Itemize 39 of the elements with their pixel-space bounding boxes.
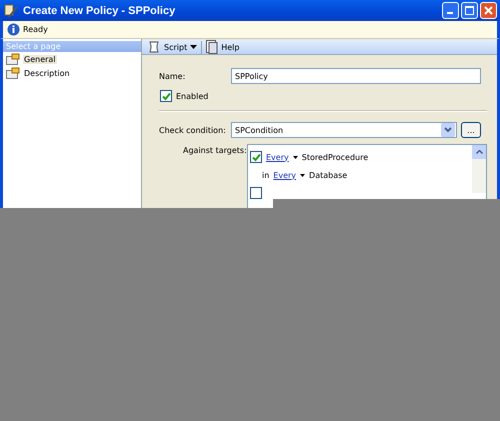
condition-label: Check condition:: [159, 126, 227, 134]
caret-icon: [292, 156, 298, 158]
enabled-label: Enabled: [176, 92, 208, 100]
help-button[interactable]: Help: [204, 40, 242, 54]
page-item[interactable]: Description: [3, 66, 141, 80]
info-icon: [7, 23, 20, 36]
tools-icon: [3, 2, 19, 18]
quantifier-link[interactable]: Every: [273, 170, 296, 180]
page-label[interactable]: General: [23, 54, 57, 64]
script-button[interactable]: Script: [145, 40, 200, 54]
page-icon: [6, 53, 20, 65]
name-label: Name:: [159, 72, 186, 80]
condition-dropdown[interactable]: SPCondition: [231, 122, 457, 138]
target-type: Database: [309, 170, 348, 180]
scroll-icon: [147, 40, 161, 54]
browse-button[interactable]: ...: [461, 122, 481, 138]
maximize-button[interactable]: [461, 2, 478, 19]
page-label[interactable]: Description: [23, 68, 71, 78]
target-checkbox[interactable]: [250, 187, 262, 199]
window-title: Create New Policy - SPPolicy: [23, 4, 176, 16]
scope-prefix: in: [262, 170, 270, 180]
page-icon: [6, 67, 20, 79]
enabled-checkbox[interactable]: [160, 90, 172, 102]
close-icon: [484, 6, 493, 15]
target-checkbox[interactable]: [250, 151, 262, 163]
name-field[interactable]: SPPolicy: [231, 68, 481, 84]
scroll-up-icon: [476, 150, 482, 154]
quantifier-link[interactable]: Every: [266, 152, 289, 162]
page-item[interactable]: General: [3, 52, 141, 66]
sidebar-header: Select a page: [3, 41, 141, 52]
minimize-button[interactable]: [442, 2, 459, 19]
status-text: Ready: [23, 25, 48, 34]
scrollbar[interactable]: [472, 145, 486, 193]
targets-label: Against targets:: [183, 146, 247, 157]
target-type: StoredProcedure: [302, 152, 368, 162]
close-button[interactable]: [480, 2, 497, 19]
caret-icon: [190, 45, 198, 49]
maximize-icon: [465, 6, 474, 15]
caret-icon: [300, 174, 306, 176]
